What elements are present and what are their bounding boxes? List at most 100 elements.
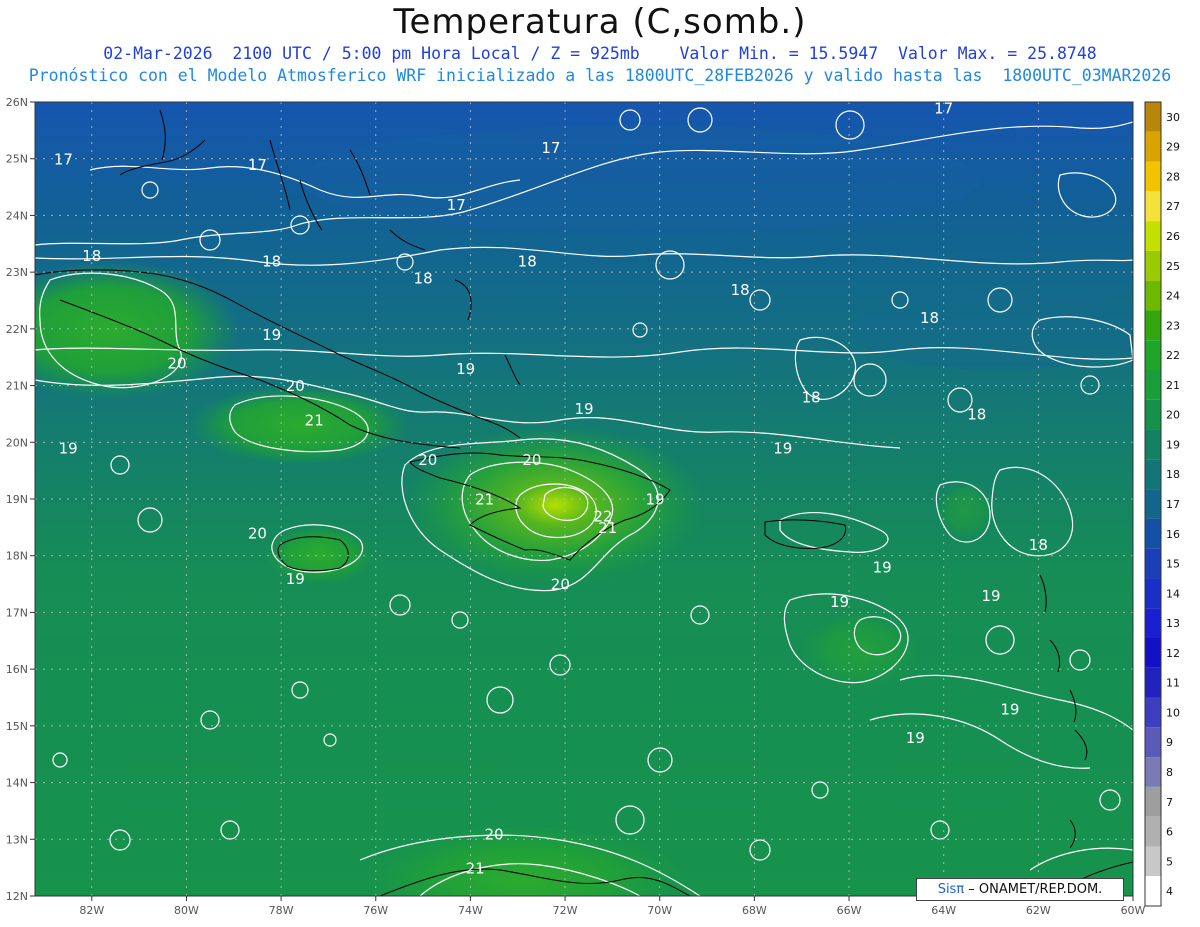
contour-label: 19 (262, 326, 281, 344)
lat-tick-label: 23N (6, 266, 28, 279)
lon-tick-label: 78W (269, 904, 294, 917)
contour-label: 17 (54, 150, 73, 168)
lat-tick-label: 20N (6, 436, 28, 449)
colorbar-label: 4 (1166, 885, 1173, 898)
lon-tick-label: 60W (1121, 904, 1146, 917)
colorbar-label: 10 (1166, 706, 1180, 719)
contour-label: 17 (248, 156, 267, 174)
colorbar-label: 25 (1166, 260, 1180, 273)
contour-label: 19 (574, 400, 593, 418)
colorbar-swatch (1145, 459, 1161, 490)
contour-label: 19 (456, 360, 475, 378)
lat-tick-label: 17N (6, 606, 28, 619)
contour-label: 18 (82, 247, 101, 265)
contour-label: 22 (593, 508, 612, 526)
colorbar-swatch (1145, 429, 1161, 460)
colorbar-label: 13 (1166, 617, 1180, 630)
colorbar-swatch (1145, 876, 1161, 906)
lon-tick-label: 80W (174, 904, 199, 917)
contour-label: 17 (447, 196, 466, 214)
colorbar-label: 19 (1166, 438, 1180, 451)
colorbar-swatch (1145, 638, 1161, 668)
contour-label: 20 (167, 355, 186, 373)
lon-tick-label: 76W (363, 904, 388, 917)
colorbar-label: 21 (1166, 379, 1180, 392)
lon-tick-label: 72W (553, 904, 578, 917)
contour-label: 19 (906, 729, 925, 747)
colorbar-swatch (1145, 667, 1161, 698)
colorbar-label: 8 (1166, 766, 1173, 779)
colorbar-label: 30 (1166, 111, 1180, 124)
colorbar-swatch (1145, 816, 1161, 847)
colorbar-label: 5 (1166, 855, 1173, 868)
lon-tick-label: 64W (931, 904, 956, 917)
lon-tick-label: 62W (1026, 904, 1051, 917)
colorbar-swatch (1145, 370, 1161, 400)
colorbar-label: 29 (1166, 141, 1180, 154)
colorbar-legend: 30 29 28 27 26 25 24 23 22 21 20 19 18 17 16 15 14 13 12 11… (1144, 101, 1180, 907)
colorbar-swatch (1145, 280, 1161, 311)
colorbar-swatch (1145, 518, 1161, 549)
colorbar-label: 27 (1166, 200, 1180, 213)
contour-label: 19 (773, 440, 792, 458)
lon-tick-label: 74W (458, 904, 483, 917)
lon-tick-label: 70W (647, 904, 672, 917)
plot-area: 17 1717171718 181818181818181819191919 1919… (35, 102, 1133, 896)
contour-label: 18 (262, 252, 281, 270)
contour-label: 19 (59, 440, 78, 458)
colorbar-swatch (1145, 221, 1161, 251)
lon-tick-label: 68W (742, 904, 767, 917)
colorbar-label: 16 (1166, 528, 1180, 541)
colorbar-label: 17 (1166, 498, 1180, 511)
colorbar-swatch (1145, 191, 1161, 222)
credit-box: Sisπ – ONAMET/REP.DOM. (916, 878, 1124, 901)
colorbar-label: 11 (1166, 677, 1180, 690)
colorbar-label: 24 (1166, 290, 1180, 303)
colorbar-label: 12 (1166, 647, 1180, 660)
colorbar-label: 14 (1166, 587, 1180, 600)
colorbar-swatch (1145, 399, 1161, 430)
colorbar-swatch (1145, 757, 1161, 787)
credit-text: – ONAMET/REP.DOM. (964, 882, 1103, 897)
lon-tick-label: 66W (837, 904, 862, 917)
contour-label: 20 (248, 525, 267, 543)
colorbar-label: 20 (1166, 409, 1180, 422)
contour-label: 20 (522, 451, 541, 469)
lon-tick-label: 82W (79, 904, 104, 917)
contour-label: 18 (1029, 536, 1048, 554)
colorbar-swatch (1145, 846, 1161, 877)
contour-label: 17 (541, 139, 560, 157)
contour-label: 18 (518, 252, 537, 270)
colorbar-swatch (1145, 548, 1161, 579)
lat-tick-label: 21N (6, 380, 28, 393)
colorbar-label: 9 (1166, 736, 1173, 749)
colorbar-swatch (1145, 697, 1161, 728)
colorbar-label: 15 (1166, 558, 1180, 571)
contour-label: 19 (981, 587, 1000, 605)
colorbar-label: 23 (1166, 319, 1180, 332)
lat-tick-label: 14N (6, 777, 28, 790)
contour-label: 19 (286, 570, 305, 588)
contour-label: 18 (802, 389, 821, 407)
colorbar-swatch (1145, 310, 1161, 341)
contour-label: 19 (645, 491, 664, 509)
contour-label: 19 (873, 559, 892, 577)
contour-label: 18 (414, 269, 433, 287)
lat-tick-label: 26N (6, 96, 28, 109)
colorbar-swatch (1145, 727, 1161, 758)
colorbar-label: 26 (1166, 230, 1180, 243)
lat-tick-label: 12N (6, 890, 28, 903)
colorbar-swatch (1145, 102, 1161, 132)
contour-label: 20 (485, 825, 504, 843)
contour-label: 19 (1000, 701, 1019, 719)
colorbar-swatch (1145, 250, 1161, 281)
lat-tick-label: 25N (6, 153, 28, 166)
colorbar-label: 28 (1166, 170, 1180, 183)
colorbar-label: 18 (1166, 468, 1180, 481)
colorbar-swatch (1145, 786, 1161, 817)
contour-label: 19 (830, 593, 849, 611)
contour-label: 20 (418, 451, 437, 469)
contour-label: 18 (920, 309, 939, 327)
contour-label: 18 (967, 406, 986, 424)
colorbar-swatch (1145, 131, 1161, 162)
